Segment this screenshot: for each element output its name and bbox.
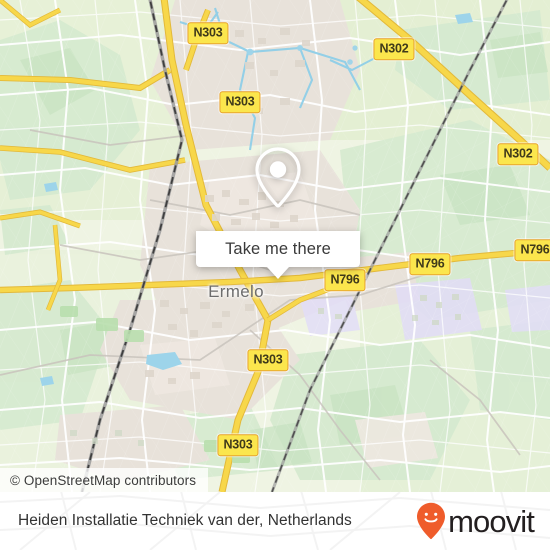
callout-action-bar[interactable]: Take me there [196,231,360,267]
moovit-pin-smiley-icon [417,502,446,540]
take-me-there-label: Take me there [225,239,331,258]
callout-pointer-tail [267,267,289,279]
location-pin-icon [255,147,301,208]
footer-content: Heiden Installatie Techniek van der, Net… [0,492,550,550]
moovit-brand[interactable]: moovit [416,502,535,540]
take-me-there-callout[interactable]: Take me there [196,123,360,279]
osm-attribution[interactable]: © OpenStreetMap contributors [0,468,209,492]
footer-bar: Heiden Installatie Techniek van der, Net… [0,492,550,550]
map-page: N303 N303 N302 N302 N796 N796 N796 N303 N303 Erm… [0,0,550,550]
osm-attribution-text: © OpenStreetMap contributors [10,472,197,488]
moovit-wordmark: moovit [448,503,535,539]
place-title: Heiden Installatie Techniek van der, Net… [18,512,352,529]
callout-icon-panel [196,123,360,231]
